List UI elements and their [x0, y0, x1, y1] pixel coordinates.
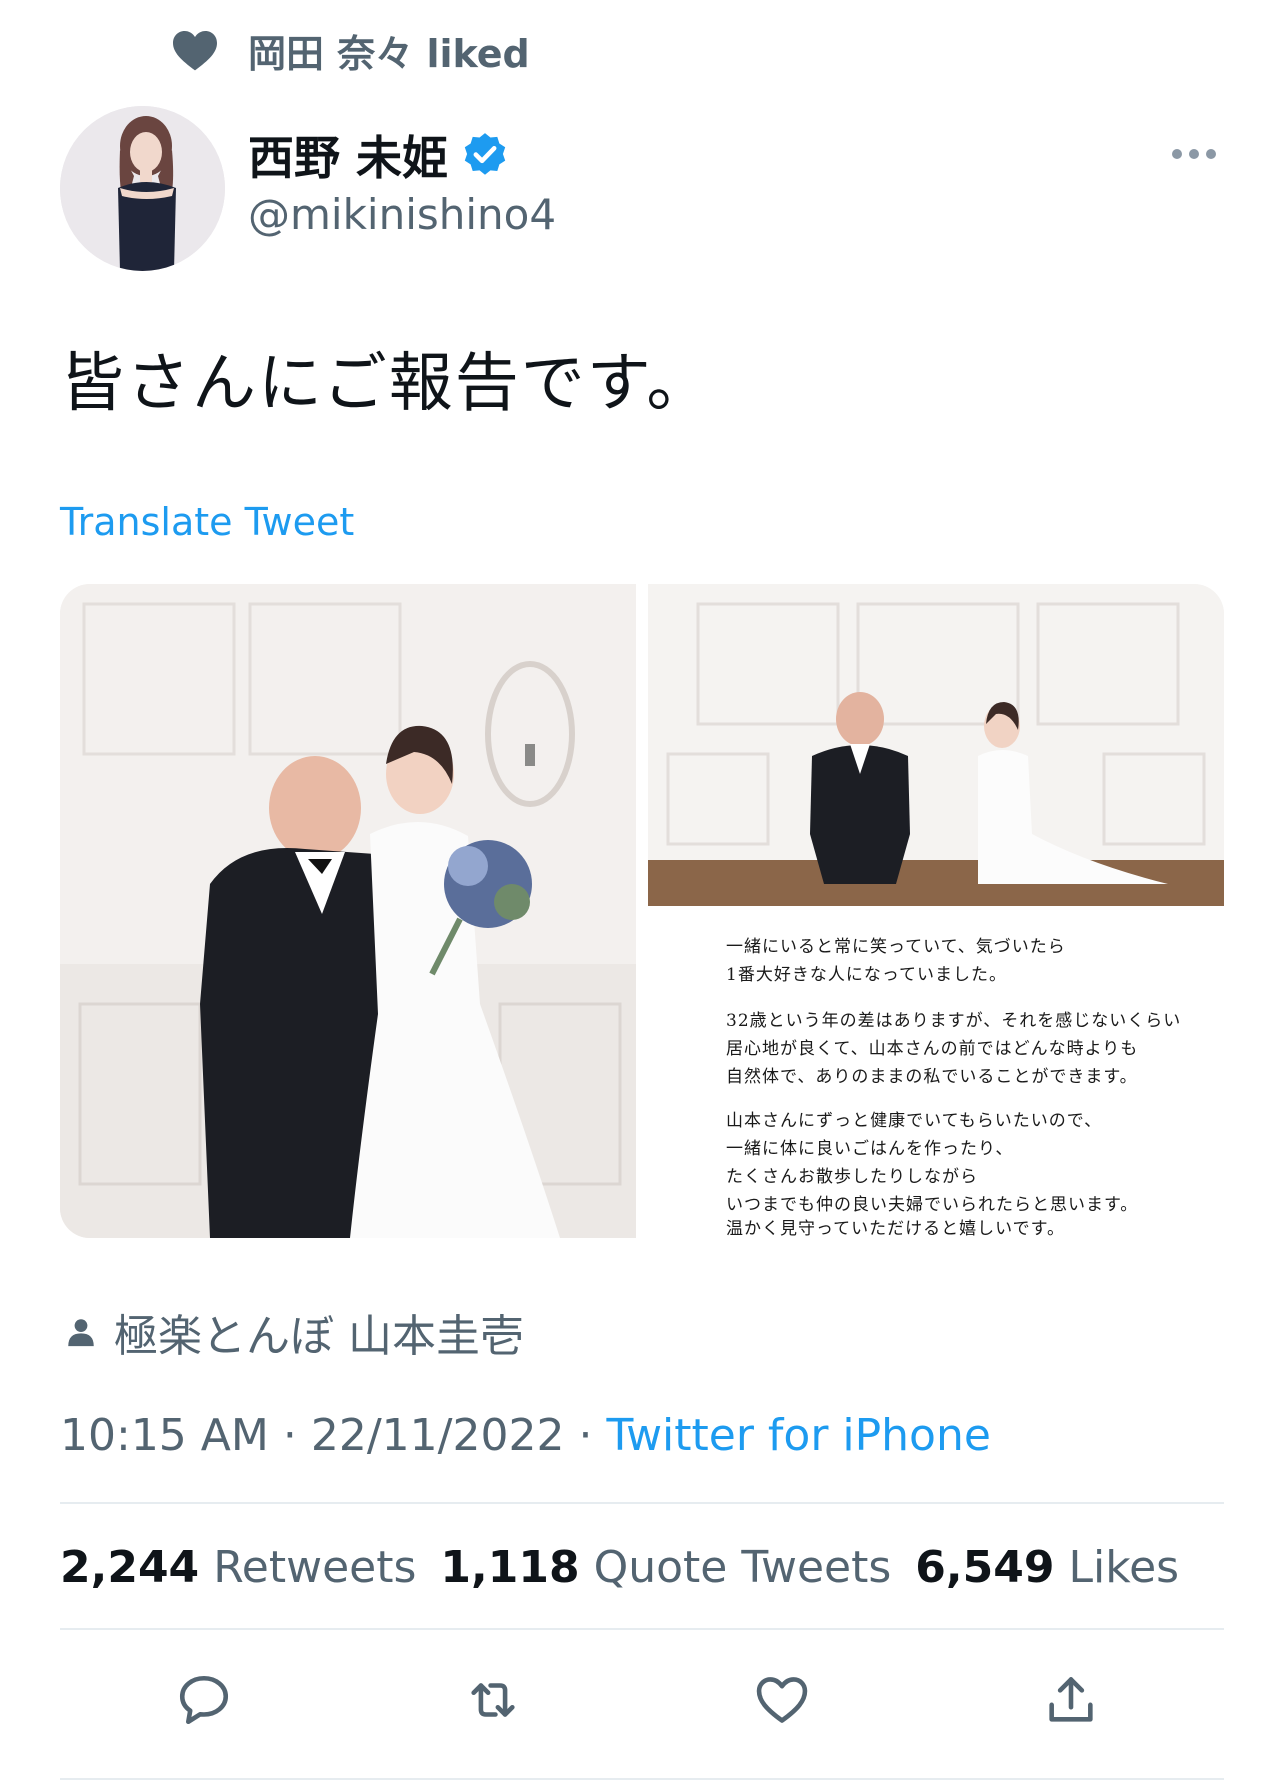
likes-stat[interactable]: 6,549 Likes	[915, 1542, 1179, 1593]
verified-badge-icon	[460, 130, 510, 180]
tweet-time[interactable]: 10:15 AM	[60, 1410, 269, 1461]
wedding-photo-standing[interactable]	[60, 584, 636, 1238]
letter-line: 1番大好きな人になっていました。	[726, 965, 1007, 985]
letter-line: 山本さんにずっと健康でいてもらいたいので、	[726, 1111, 1103, 1131]
heart-icon	[170, 28, 220, 72]
tweet-metadata: 10:15 AM · 22/11/2022 · Twitter for iPho…	[60, 1410, 991, 1461]
divider	[60, 1628, 1224, 1630]
reply-icon[interactable]	[172, 1668, 236, 1732]
tweet-date[interactable]: 22/11/2022	[311, 1410, 565, 1461]
separator: ·	[578, 1410, 593, 1461]
tweet-text: 皆さんにご報告です。	[60, 347, 713, 421]
letter-line: 自然体で、ありのままの私でいることができます。	[726, 1067, 1138, 1087]
retweets-count: 2,244	[60, 1542, 200, 1593]
likes-count: 6,549	[915, 1542, 1055, 1593]
author-handle[interactable]: @mikinishino4	[248, 190, 556, 239]
divider	[60, 1778, 1224, 1780]
share-icon[interactable]	[1039, 1668, 1103, 1732]
letter-line: 32歳という年の差はありますが、それを感じないくらい	[726, 1011, 1182, 1031]
retweets-stat[interactable]: 2,244 Retweets	[60, 1542, 416, 1593]
letter-line: たくさんお散歩したりしながら	[726, 1167, 978, 1187]
more-options-icon[interactable]	[1172, 144, 1220, 164]
letter-line: いつまでも仲の良い夫婦でいられたらと思います。	[726, 1195, 1139, 1215]
engagement-stats: 2,244 Retweets 1,118 Quote Tweets 6,549 Li…	[60, 1542, 1179, 1593]
retweets-label: Retweets	[213, 1542, 417, 1593]
separator: ·	[282, 1410, 297, 1461]
person-icon	[64, 1315, 98, 1349]
letter-line: 一緒に体に良いごはんを作ったり、	[726, 1139, 1014, 1159]
media-right-column: 一緒にいると常に笑っていて、気づいたら 1番大好きな人になっていました。 32歳…	[648, 584, 1224, 1238]
letter-line: 温かく見守っていただけると嬉しいです。	[726, 1219, 1065, 1238]
quote-tweets-count: 1,118	[440, 1542, 580, 1593]
tagged-users[interactable]: 極楽とんぼ 山本圭壱	[64, 1300, 524, 1364]
translate-tweet-link[interactable]: Translate Tweet	[60, 500, 354, 544]
retweet-icon[interactable]	[461, 1668, 525, 1732]
social-context-text: 岡田 奈々 liked	[248, 31, 530, 76]
media-grid: 一緒にいると常に笑っていて、気づいたら 1番大好きな人になっていました。 32歳…	[60, 584, 1224, 1238]
wedding-photo-seated[interactable]	[648, 584, 1224, 906]
tweet-source-link[interactable]: Twitter for iPhone	[606, 1410, 990, 1461]
quote-tweets-label: Quote Tweets	[593, 1542, 892, 1593]
author-name-row[interactable]: 西野 未姫	[248, 122, 510, 188]
letter-line: 居心地が良くて、山本さんの前ではどんな時よりも	[726, 1039, 1139, 1059]
author-display-name[interactable]: 西野 未姫	[248, 122, 448, 188]
likes-label: Likes	[1068, 1542, 1180, 1593]
social-context[interactable]: 岡田 奈々 liked	[170, 26, 530, 76]
divider	[60, 1502, 1224, 1504]
like-icon[interactable]	[750, 1668, 814, 1732]
quote-tweets-stat[interactable]: 1,118 Quote Tweets	[440, 1542, 891, 1593]
tagged-user-name[interactable]: 極楽とんぼ 山本圭壱	[114, 1300, 524, 1364]
letter-line: 一緒にいると常に笑っていて、気づいたら	[726, 937, 1066, 957]
avatar[interactable]	[60, 106, 225, 271]
handwritten-letter[interactable]: 一緒にいると常に笑っていて、気づいたら 1番大好きな人になっていました。 32歳…	[648, 906, 1224, 1238]
